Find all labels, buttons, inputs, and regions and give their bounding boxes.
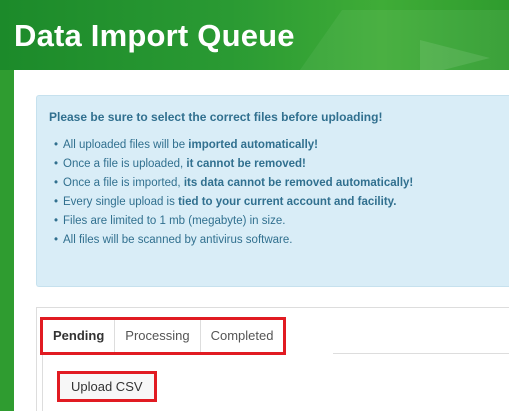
notice-item: • All uploaded files will be imported aut…	[53, 139, 319, 151]
info-notice: Please be sure to select the correct fil…	[36, 95, 509, 287]
page-title: Data Import Queue	[14, 18, 295, 53]
notice-lead: Please be sure to select the correct fil…	[49, 110, 383, 124]
notice-item: • Once a file is uploaded, it cannot be r…	[53, 158, 306, 170]
tab-completed[interactable]: Completed	[200, 320, 284, 352]
tab-processing[interactable]: Processing	[115, 320, 201, 352]
queue-tabs: Pending Processing Completed	[40, 317, 287, 355]
notice-list: • All uploaded files will be imported aut…	[49, 136, 413, 250]
tab-divider	[333, 353, 509, 354]
upload-csv-button[interactable]: Upload CSV	[57, 371, 157, 402]
tab-pending[interactable]: Pending	[43, 320, 116, 352]
notice-item: • Every single upload is tied to your cur…	[53, 196, 397, 208]
notice-item: • Files are limited to 1 mb (megabyte) in…	[53, 215, 286, 227]
notice-item: • All files will be scanned by antivirus …	[53, 234, 293, 246]
notice-item: • Once a file is imported, its data canno…	[53, 177, 414, 189]
